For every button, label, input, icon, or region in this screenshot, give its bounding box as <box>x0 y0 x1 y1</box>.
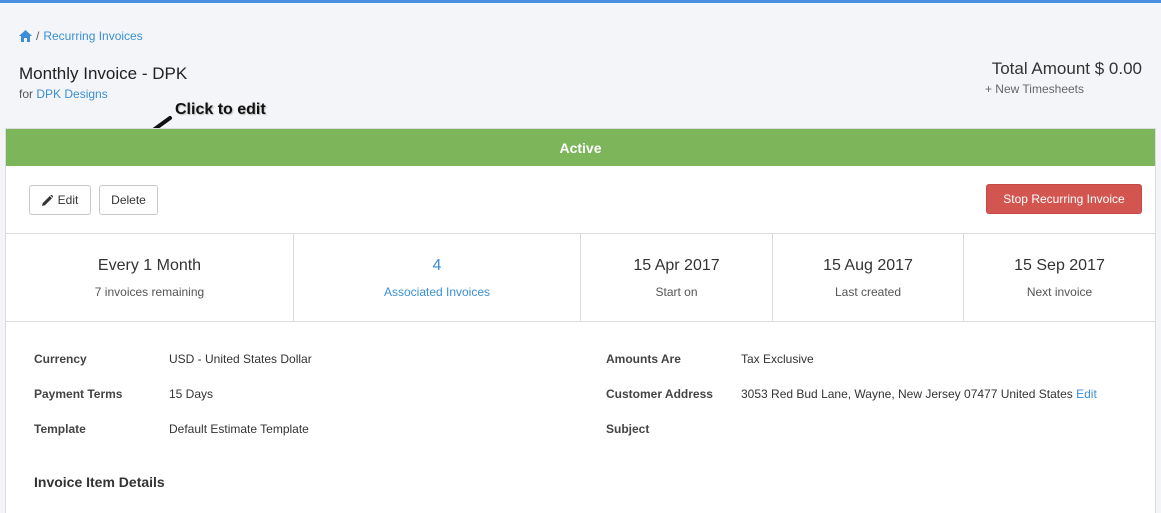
top-accent-bar <box>0 0 1161 3</box>
edit-button-label: Edit <box>57 193 79 207</box>
invoice-item-details-heading: Invoice Item Details <box>34 474 165 490</box>
invoice-panel: Active Edit Delete Stop Recurring Invoic… <box>5 128 1156 513</box>
stat-value: Every 1 Month <box>97 256 202 274</box>
edit-address-link[interactable]: Edit <box>1076 387 1097 401</box>
stat-label: Last created <box>834 284 902 299</box>
payment-terms-label: Payment Terms <box>34 387 123 401</box>
stat-start-on: 15 Apr 2017 Start on <box>581 234 773 321</box>
home-icon[interactable] <box>19 30 32 42</box>
stats-row: Every 1 Month 7 invoices remaining 4 Ass… <box>6 233 1155 322</box>
template-label: Template <box>34 422 86 436</box>
stat-value: 15 Sep 2017 <box>1014 256 1105 274</box>
customer-link[interactable]: DPK Designs <box>36 87 107 101</box>
stat-label: Next invoice <box>1026 284 1093 299</box>
payment-terms-value: 15 Days <box>169 387 214 401</box>
breadcrumb-separator: / <box>36 29 40 43</box>
new-timesheets-link[interactable]: + New Timesheets <box>985 82 1084 96</box>
currency-value: USD - United States Dollar <box>169 352 312 366</box>
stat-frequency: Every 1 Month 7 invoices remaining <box>6 234 294 321</box>
customer-address-label: Customer Address <box>606 387 713 401</box>
currency-label: Currency <box>34 352 87 366</box>
click-to-edit-annotation: Click to edit <box>175 101 266 118</box>
delete-button[interactable]: Delete <box>99 185 158 215</box>
stat-value: 15 Apr 2017 <box>633 256 720 274</box>
customer-address-value: 3053 Red Bud Lane, Wayne, New Jersey 074… <box>741 387 1097 401</box>
associated-invoices-link[interactable]: Associated Invoices <box>384 285 490 299</box>
stat-value[interactable]: 4 <box>433 257 442 275</box>
page-title: Monthly Invoice - DPK <box>19 64 188 83</box>
stat-label: Start on <box>655 284 698 299</box>
stat-label: 7 invoices remaining <box>94 284 205 299</box>
breadcrumb: / Recurring Invoices <box>19 29 143 43</box>
status-banner: Active <box>6 129 1155 166</box>
stat-last-created: 15 Aug 2017 Last created <box>773 234 964 321</box>
stat-value: 15 Aug 2017 <box>823 256 913 274</box>
amounts-are-label: Amounts Are <box>606 352 681 366</box>
stat-associated-invoices[interactable]: 4 Associated Invoices <box>294 234 581 321</box>
pencil-icon <box>41 194 53 206</box>
subject-label: Subject <box>606 422 650 436</box>
edit-button[interactable]: Edit <box>29 185 91 215</box>
customer-line: for DPK Designs <box>19 87 108 101</box>
for-prefix: for <box>19 87 34 101</box>
stat-next-invoice: 15 Sep 2017 Next invoice <box>964 234 1155 321</box>
template-value: Default Estimate Template <box>169 422 309 436</box>
amounts-are-value: Tax Exclusive <box>741 352 814 366</box>
total-amount: Total Amount $ 0.00 <box>991 59 1142 78</box>
customer-address-text: 3053 Red Bud Lane, Wayne, New Jersey 074… <box>741 387 1073 401</box>
breadcrumb-recurring-invoices-link[interactable]: Recurring Invoices <box>43 29 142 43</box>
stop-recurring-invoice-button[interactable]: Stop Recurring Invoice <box>986 184 1142 214</box>
